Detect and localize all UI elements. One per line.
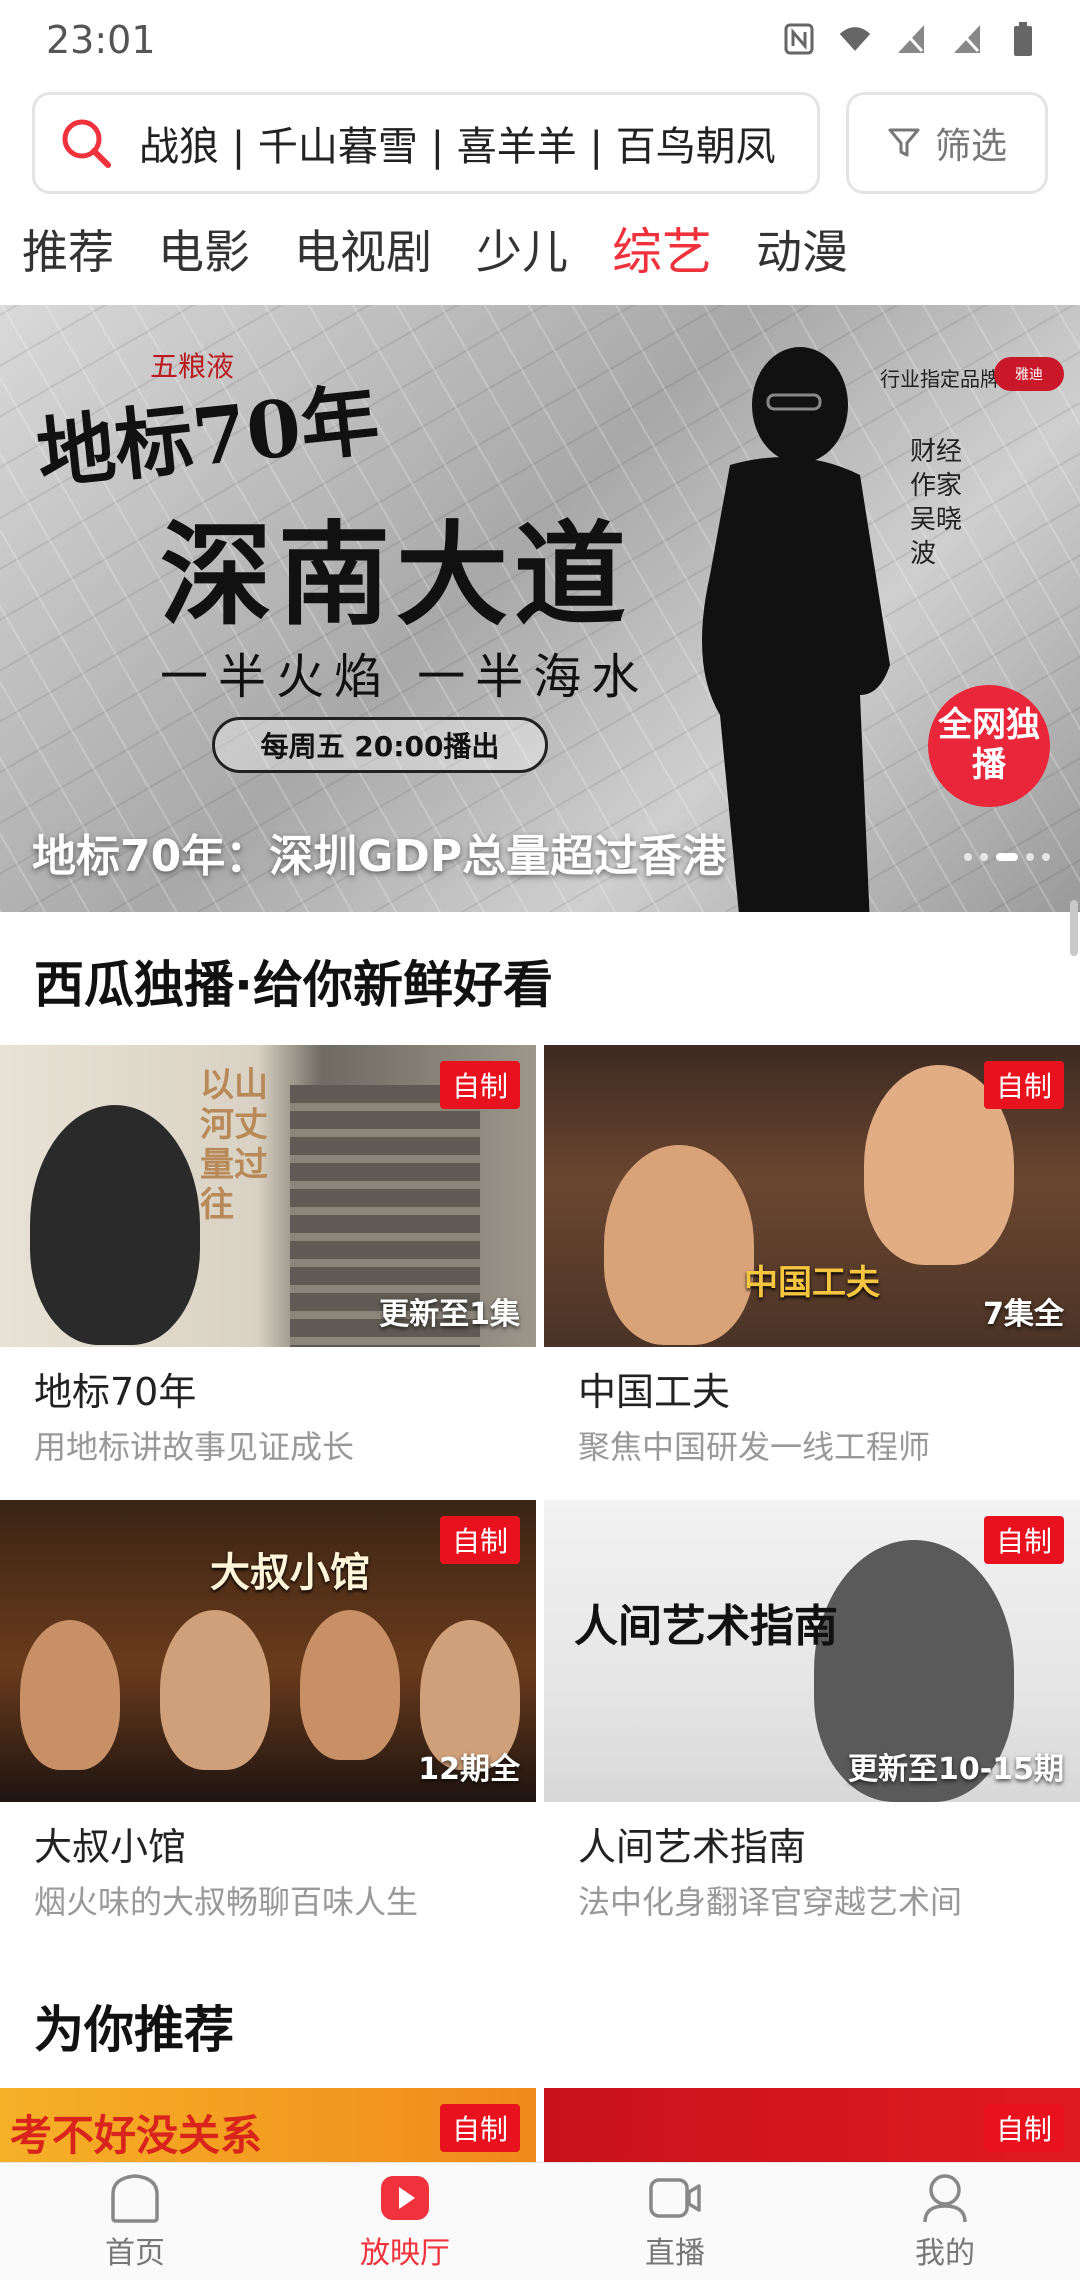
signal-off-icon (950, 22, 984, 56)
tab-variety[interactable]: 综艺 (590, 212, 734, 292)
thumbnail-figure (300, 1610, 400, 1760)
nav-label: 首页 (105, 2235, 165, 2271)
nav-label: 我的 (915, 2235, 975, 2271)
nav-label: 直播 (645, 2235, 705, 2271)
status-time: 23:01 (46, 18, 156, 62)
nav-home[interactable]: 首页 (0, 2163, 270, 2280)
wifi-icon (838, 22, 872, 56)
thumbnail-text: 考不好没关系 (10, 2111, 263, 2160)
thumbnail-text: 以山河丈量过往 (200, 1065, 268, 1225)
filter-label: 筛选 (934, 126, 1007, 167)
pagination-dot[interactable] (964, 853, 972, 861)
nav-label: 放映厅 (360, 2235, 450, 2271)
hero-banner[interactable]: 五粮液 地标70年 深南大道 一半火焰 一半海水 每周五 20:00播出 行业指… (0, 305, 1080, 912)
card-title: 中国工夫 (578, 1370, 731, 1414)
nav-cinema[interactable]: 放映厅 (270, 2163, 540, 2280)
episode-count: 更新至1集 (379, 1297, 520, 1332)
tab-movies[interactable]: 电影 (136, 212, 272, 292)
card-subtitle: 法中化身翻译官穿越艺术间 (578, 1883, 963, 1921)
section-title-recommend: 为你推荐 (34, 2001, 234, 2059)
episode-count: 更新至10-15期 (848, 1752, 1064, 1787)
thumbnail-text: 中国工夫 (744, 1263, 880, 1303)
video-thumbnail: 中国工夫 自制 7集全 (544, 1045, 1080, 1347)
bottom-navigation: 首页 放映厅 直播 我的 (0, 2162, 1080, 2280)
banner-caption: 地标70年：深圳GDP总量超过香港 (32, 831, 727, 882)
scrollbar-thumb[interactable] (1070, 900, 1078, 956)
pagination-dot[interactable] (1026, 853, 1034, 861)
banner-author: 财经作家 吴晓波 (910, 437, 963, 569)
nav-live[interactable]: 直播 (540, 2163, 810, 2280)
banner-pagination (964, 853, 1050, 861)
original-tag: 自制 (983, 2104, 1064, 2152)
card-subtitle: 烟火味的大叔畅聊百味人生 (34, 1883, 419, 1921)
live-camera-icon (649, 2177, 701, 2218)
tab-kids[interactable]: 少儿 (454, 212, 590, 292)
nfc-icon (782, 22, 816, 56)
category-tabs: 推荐 电影 电视剧 少儿 综艺 动漫 (0, 212, 870, 292)
tab-anime[interactable]: 动漫 (734, 212, 870, 292)
card-title: 大叔小馆 (34, 1825, 187, 1869)
episode-count: 12期全 (418, 1752, 520, 1787)
original-tag: 自制 (439, 1061, 520, 1109)
episode-count: 7集全 (983, 1297, 1064, 1332)
card-title: 人间艺术指南 (578, 1825, 807, 1869)
video-card[interactable]: 中国工夫 自制 7集全 中国工夫 聚焦中国研发一线工程师 (544, 1045, 1080, 1468)
card-subtitle: 用地标讲故事见证成长 (34, 1428, 355, 1466)
status-bar: 23:01 (0, 0, 1080, 80)
exclusive-badge: 全网独播 (928, 685, 1050, 807)
tab-tv-series[interactable]: 电视剧 (272, 212, 454, 292)
original-tag: 自制 (439, 1516, 520, 1564)
nav-profile[interactable]: 我的 (810, 2163, 1080, 2280)
thumbnail-figure (160, 1610, 270, 1770)
filter-button[interactable]: 筛选 (846, 92, 1048, 194)
pagination-dot[interactable] (980, 853, 988, 861)
pagination-dot-active[interactable] (996, 853, 1018, 861)
profile-icon (923, 2173, 967, 2222)
video-card[interactable]: 以山河丈量过往 自制 更新至1集 地标70年 用地标讲故事见证成长 (0, 1045, 536, 1468)
status-icons (782, 22, 1040, 56)
banner-brand-line: 行业指定品牌 (880, 367, 1000, 391)
tab-recommend[interactable]: 推荐 (0, 212, 136, 292)
thumbnail-figure (604, 1145, 754, 1345)
banner-slogan: 一半火焰 一半海水 (160, 649, 650, 705)
thumbnail-text: 大叔小馆 (210, 1549, 370, 1596)
video-card[interactable]: 大叔小馆 自制 12期全 大叔小馆 烟火味的大叔畅聊百味人生 (0, 1500, 536, 1923)
filter-icon (888, 128, 920, 157)
thumbnail-figure (30, 1105, 200, 1345)
pagination-dot[interactable] (1042, 853, 1050, 861)
card-title: 地标70年 (34, 1370, 197, 1414)
card-subtitle: 聚焦中国研发一线工程师 (578, 1428, 931, 1466)
search-placeholder: 战狼 | 千山暮雪 | 喜羊羊 | 百鸟朝凤 (139, 124, 776, 170)
video-thumbnail: 以山河丈量过往 自制 更新至1集 (0, 1045, 536, 1347)
original-tag: 自制 (439, 2104, 520, 2152)
signal-off-icon (894, 22, 928, 56)
search-input[interactable]: 战狼 | 千山暮雪 | 喜羊羊 | 百鸟朝凤 (32, 92, 820, 194)
video-thumbnail: 大叔小馆 自制 12期全 (0, 1500, 536, 1802)
thumbnail-figure (20, 1620, 120, 1770)
section-title-exclusive: 西瓜独播·给你新鲜好看 (34, 956, 553, 1014)
battery-icon (1006, 22, 1040, 56)
banner-schedule: 每周五 20:00播出 (212, 717, 548, 773)
search-icon (62, 119, 111, 168)
video-thumbnail: 人间艺术指南 自制 更新至10-15期 (544, 1500, 1080, 1802)
play-icon (381, 2175, 429, 2220)
thumbnail-text: 人间艺术指南 (574, 1601, 838, 1652)
home-icon (111, 2173, 159, 2223)
original-tag: 自制 (983, 1061, 1064, 1109)
banner-headline: 深南大道 (160, 510, 632, 641)
original-tag: 自制 (983, 1516, 1064, 1564)
banner-brand-badge: 雅迪 (994, 357, 1064, 391)
video-card[interactable]: 人间艺术指南 自制 更新至10-15期 人间艺术指南 法中化身翻译官穿越艺术间 (544, 1500, 1080, 1923)
